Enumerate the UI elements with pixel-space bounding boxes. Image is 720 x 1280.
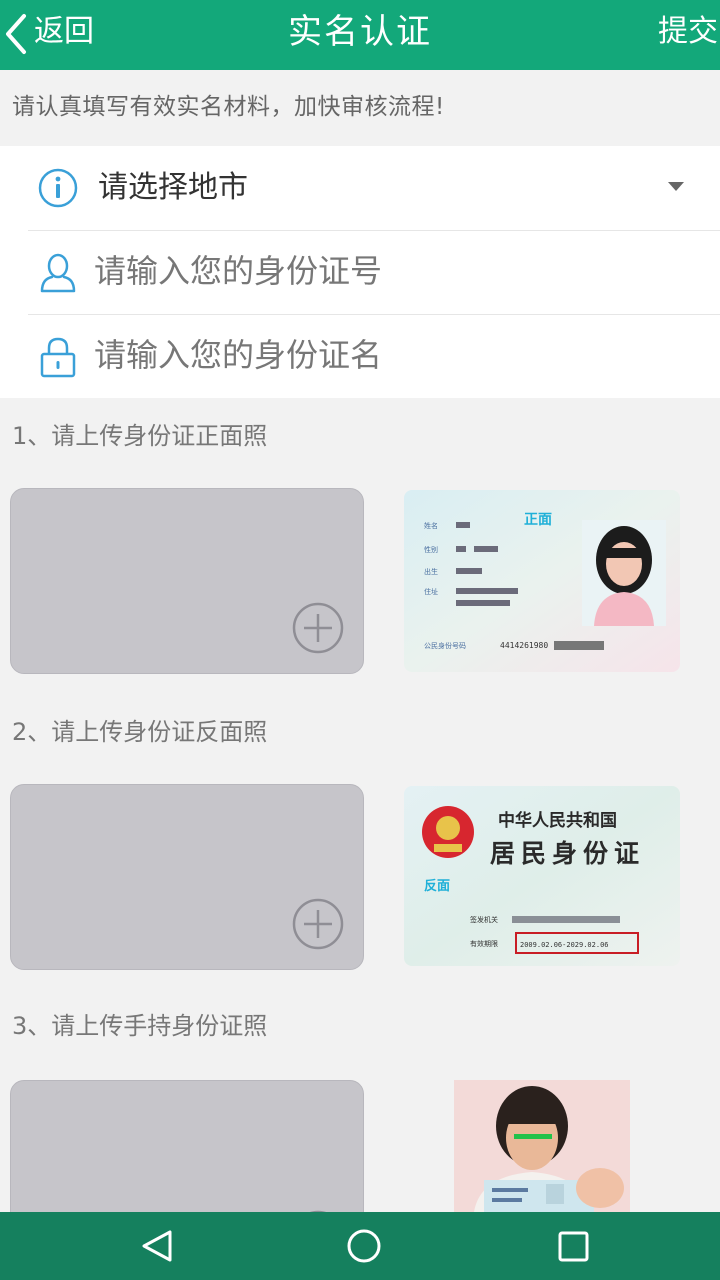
- city-select[interactable]: 请选择地市: [28, 146, 720, 230]
- upload-back-button[interactable]: [10, 784, 364, 970]
- sample-front-tag: 正面: [524, 512, 552, 528]
- triangle-back-icon[interactable]: [126, 1222, 186, 1270]
- upload-front-label: 1、请上传身份证正面照: [12, 422, 268, 450]
- circle-home-icon[interactable]: [334, 1222, 394, 1270]
- id-number-placeholder: 请输入您的身份证号: [94, 252, 383, 290]
- square-recent-icon[interactable]: [544, 1222, 604, 1270]
- sample-line-validity: 有效期限: [470, 939, 498, 948]
- plus-circle-icon: [292, 898, 344, 950]
- sample-line-address: 住址: [424, 587, 438, 596]
- page-title: 实名认证: [288, 12, 432, 52]
- sample-back-title-2: 居民身份证: [490, 839, 645, 868]
- sample-line-sex: 性别: [424, 545, 438, 554]
- sample-back-tag: 反面: [424, 878, 450, 894]
- top-bar: 返回 实名认证 提交: [0, 0, 720, 70]
- system-nav-bar: [0, 1212, 720, 1280]
- handheld-sample-image: [454, 1080, 630, 1212]
- sample-line-idno: 公民身份号码: [424, 641, 466, 650]
- chevron-down-icon: [668, 182, 684, 191]
- id-name-placeholder: 请输入您的身份证名: [94, 336, 383, 374]
- lock-icon: [40, 337, 76, 378]
- upload-front-button[interactable]: [10, 488, 364, 674]
- sample-line-birth: 出生: [424, 567, 438, 576]
- sample-id-number: 4414261980: [500, 641, 548, 650]
- upload-handheld-label: 3、请上传手持身份证照: [12, 1012, 268, 1040]
- id-number-field[interactable]: 请输入您的身份证号: [28, 230, 720, 314]
- upload-back-label: 2、请上传身份证反面照: [12, 718, 268, 746]
- city-select-label: 请选择地市: [98, 170, 248, 205]
- notice-text: 请认真填写有效实名材料，加快审核流程!: [12, 94, 445, 120]
- sample-line-name: 姓名: [424, 521, 438, 530]
- sample-back-title-1: 中华人民共和国: [498, 810, 617, 831]
- submit-button[interactable]: 提交: [658, 11, 720, 53]
- sample-line-authority: 签发机关: [470, 915, 498, 924]
- user-icon: [40, 253, 76, 293]
- notice-bar: 请认真填写有效实名材料，加快审核流程!: [0, 70, 720, 144]
- plus-circle-icon: [292, 602, 344, 654]
- identity-form: 请选择地市 请输入您的身份证号 请输入您的身份证名: [0, 146, 720, 398]
- id-name-field[interactable]: 请输入您的身份证名: [28, 314, 720, 398]
- id-front-sample-image: 正面 姓名 性别 出生 住址 公民身份号码 4414261980: [404, 490, 680, 672]
- info-icon: [38, 168, 78, 208]
- id-back-sample-image: 中华人民共和国 居民身份证 反面 签发机关 有效期限 2009.02.06-20…: [404, 786, 680, 966]
- sample-validity-value: 2009.02.06-2029.02.06: [520, 941, 609, 949]
